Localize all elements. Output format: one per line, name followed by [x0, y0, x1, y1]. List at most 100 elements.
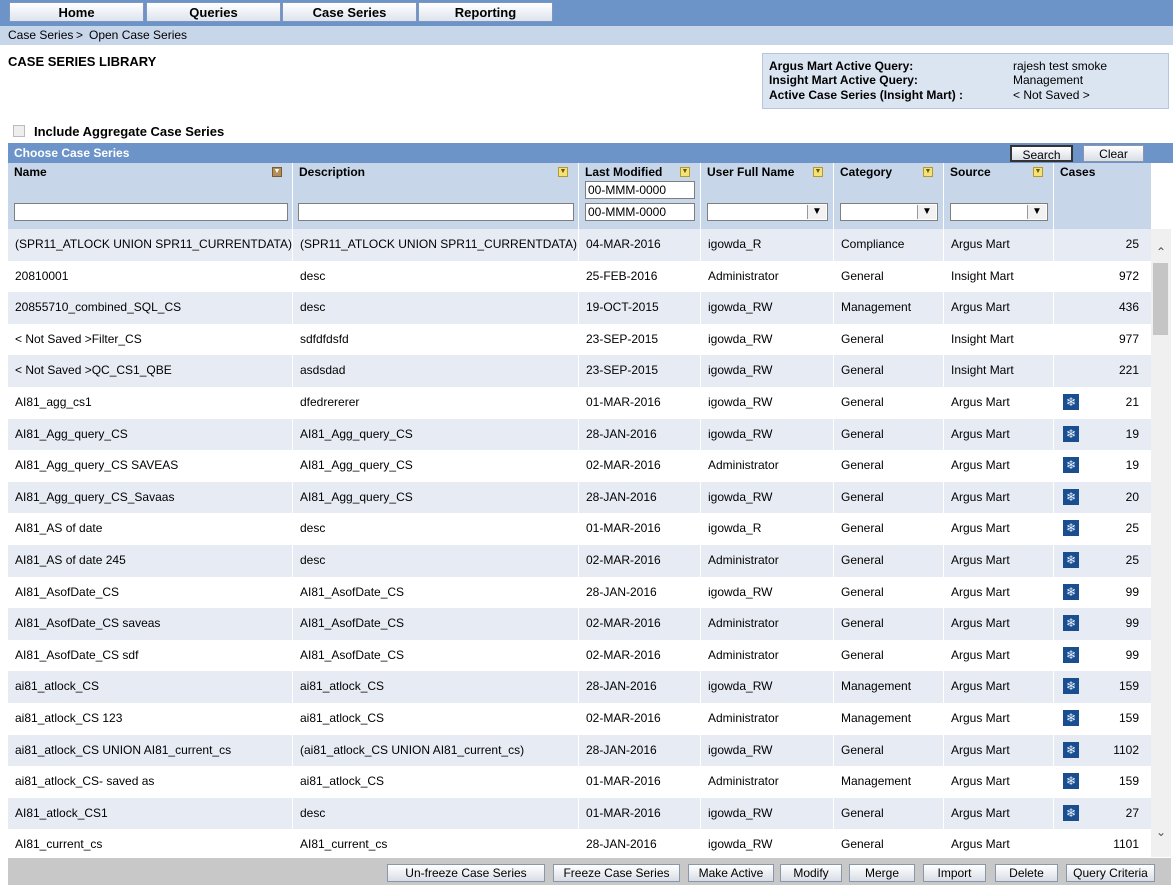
table-row[interactable]: ai81_atlock_CS 123 ai81_atlock_CS 02-MAR-2…: [8, 703, 1151, 735]
merge-button[interactable]: Merge: [849, 864, 915, 882]
cell-user: igowda_RW: [701, 355, 834, 387]
choose-case-series-header: Choose Case Series: [8, 143, 1173, 163]
freeze-case-series-button[interactable]: Freeze Case Series: [553, 864, 680, 882]
cell-name: AI81_AS of date 245: [8, 545, 293, 577]
nav-reporting[interactable]: Reporting: [418, 2, 553, 22]
cell-source: Argus Mart: [944, 387, 1054, 419]
cell-name: 20855710_combined_SQL_CS: [8, 292, 293, 324]
cell-last-modified: 02-MAR-2016: [579, 703, 701, 735]
col-source-label[interactable]: Source: [950, 165, 991, 179]
table-row[interactable]: AI81_Agg_query_CS AI81_Agg_query_CS 28-JAN…: [8, 418, 1151, 451]
modify-button[interactable]: Modify: [780, 864, 842, 882]
insight-mart-value: Management: [1013, 73, 1084, 87]
cell-category: General: [834, 481, 944, 514]
scroll-thumb[interactable]: [1153, 263, 1168, 335]
table-row[interactable]: AI81_AS of date desc 01-MAR-2016 igowda_R Ge…: [8, 513, 1151, 545]
cell-name: AI81_current_cs: [8, 829, 293, 857]
table-row[interactable]: < Not Saved >QC_CS1_QBE asdsdad 23-SEP-201…: [8, 355, 1151, 387]
date-from-input[interactable]: [585, 181, 695, 199]
date-to-input[interactable]: [585, 203, 695, 221]
table-row[interactable]: ai81_atlock_CS- saved as ai81_atlock_CS 01…: [8, 766, 1151, 798]
category-filter-select[interactable]: ▼: [840, 203, 938, 221]
table-row[interactable]: AI81_atlock_CS1 desc 01-MAR-2016 igowda_RW G…: [8, 797, 1151, 830]
table-row[interactable]: ai81_atlock_CS ai81_atlock_CS 28-JAN-2016 i…: [8, 671, 1151, 703]
table-row[interactable]: 20855710_combined_SQL_CS desc 19-OCT-2015 i…: [8, 292, 1151, 324]
aggregate-icon: ❄: [1063, 615, 1079, 632]
cell-name: AI81_AsofDate_CS saveas: [8, 608, 293, 640]
description-filter-input[interactable]: [298, 203, 574, 221]
col-description-label[interactable]: Description: [299, 165, 365, 179]
scroll-up-icon[interactable]: ⌃: [1151, 243, 1171, 261]
search-button[interactable]: Search: [1010, 145, 1073, 162]
table-row[interactable]: AI81_current_cs AI81_current_cs 28-JAN-201…: [8, 829, 1151, 857]
table-row[interactable]: AI81_agg_cs1 dfedrererer 01-MAR-2016 igowda…: [8, 387, 1151, 419]
cell-category: General: [834, 418, 944, 451]
table-row[interactable]: AI81_AsofDate_CS AI81_AsofDate_CS 28-JAN-2…: [8, 576, 1151, 609]
cell-last-modified: 01-MAR-2016: [579, 766, 701, 798]
table-row[interactable]: AI81_AsofDate_CS saveas AI81_AsofDate_CS 0…: [8, 608, 1151, 640]
cell-user: igowda_RW: [701, 481, 834, 514]
page-title: CASE SERIES LIBRARY: [8, 54, 157, 69]
include-aggregate-checkbox[interactable]: [13, 125, 25, 137]
name-filter-input[interactable]: [14, 203, 288, 221]
col-user-label[interactable]: User Full Name: [707, 165, 794, 179]
cell-name: AI81_Agg_query_CS_Savaas: [8, 481, 293, 514]
col-name-label[interactable]: Name: [14, 165, 47, 179]
col-last-modified-label[interactable]: Last Modified: [585, 165, 662, 179]
cell-description: sdfdfdsfd: [293, 323, 579, 356]
nav-case-series[interactable]: Case Series: [282, 2, 417, 22]
cell-name: 20810001: [8, 260, 293, 293]
cell-last-modified: 28-JAN-2016: [579, 829, 701, 857]
cell-name: AI81_agg_cs1: [8, 387, 293, 419]
unfreeze-case-series-button[interactable]: Un-freeze Case Series: [387, 864, 545, 882]
table-row[interactable]: 20810001 desc 25-FEB-2016 Administrator Gene…: [8, 260, 1151, 293]
col-cases-label[interactable]: Cases: [1060, 165, 1095, 179]
insight-mart-label: Insight Mart Active Query:: [769, 73, 918, 87]
table-scrollbar[interactable]: ⌃ ⌄: [1151, 229, 1171, 857]
aggregate-icon: ❄: [1063, 488, 1079, 505]
nav-queries[interactable]: Queries: [146, 2, 281, 22]
aggregate-icon: ❄: [1063, 394, 1079, 410]
cell-source: Argus Mart: [944, 545, 1054, 577]
cell-category: General: [834, 355, 944, 387]
cell-description: (SPR11_ATLOCK UNION SPR11_CURRENTDATA): [293, 229, 579, 261]
cell-category: Management: [834, 766, 944, 798]
user-filter-select[interactable]: ▼: [707, 203, 828, 221]
table-row[interactable]: AI81_Agg_query_CS_Savaas AI81_Agg_query_C…: [8, 481, 1151, 514]
table-row[interactable]: AI81_Agg_query_CS SAVEAS AI81_Agg_query_C…: [8, 450, 1151, 482]
table-row[interactable]: < Not Saved >Filter_CS sdfdfdsfd 23-SEP-20…: [8, 323, 1151, 356]
sort-arrow-icon[interactable]: ▼: [272, 167, 282, 177]
nav-home[interactable]: Home: [9, 2, 144, 22]
sort-arrow-icon[interactable]: ▼: [813, 167, 823, 177]
cell-last-modified: 25-FEB-2016: [579, 260, 701, 293]
breadcrumb-separator: >: [76, 28, 84, 42]
cell-cases: 221: [1118, 363, 1139, 378]
query-criteria-button[interactable]: Query Criteria: [1066, 864, 1155, 882]
table-row[interactable]: ai81_atlock_CS UNION AI81_current_cs (ai8…: [8, 734, 1151, 767]
cell-description: desc: [293, 797, 579, 830]
table-row[interactable]: AI81_AsofDate_CS sdf AI81_AsofDate_CS 02-M…: [8, 639, 1151, 672]
table-row[interactable]: (SPR11_ATLOCK UNION SPR11_CURRENTDATA) (S…: [8, 229, 1151, 261]
aggregate-icon: ❄: [1063, 552, 1079, 568]
cell-last-modified: 04-MAR-2016: [579, 229, 701, 261]
cell-description: desc: [293, 513, 579, 545]
cell-name: AI81_Agg_query_CS SAVEAS: [8, 450, 293, 482]
import-button[interactable]: Import: [923, 864, 986, 882]
sort-arrow-icon[interactable]: ▼: [1033, 167, 1043, 177]
case-series-table: (SPR11_ATLOCK UNION SPR11_CURRENTDATA) (S…: [8, 229, 1151, 857]
clear-button[interactable]: Clear: [1083, 145, 1144, 162]
col-category-label[interactable]: Category: [840, 165, 892, 179]
sort-arrow-icon[interactable]: ▼: [680, 167, 690, 177]
delete-button[interactable]: Delete: [995, 864, 1058, 882]
cell-user: igowda_RW: [701, 418, 834, 451]
sort-arrow-icon[interactable]: ▼: [923, 167, 933, 177]
make-active-button[interactable]: Make Active: [688, 864, 774, 882]
cell-name: AI81_AS of date: [8, 513, 293, 545]
cell-user: igowda_RW: [701, 323, 834, 356]
breadcrumb-case-series[interactable]: Case Series: [8, 26, 73, 45]
source-filter-select[interactable]: ▼: [950, 203, 1048, 221]
scroll-down-icon[interactable]: ⌄: [1151, 823, 1171, 841]
cell-user: Administrator: [701, 545, 834, 577]
sort-arrow-icon[interactable]: ▼: [558, 167, 568, 177]
table-row[interactable]: AI81_AS of date 245 desc 02-MAR-2016 Admini…: [8, 545, 1151, 577]
